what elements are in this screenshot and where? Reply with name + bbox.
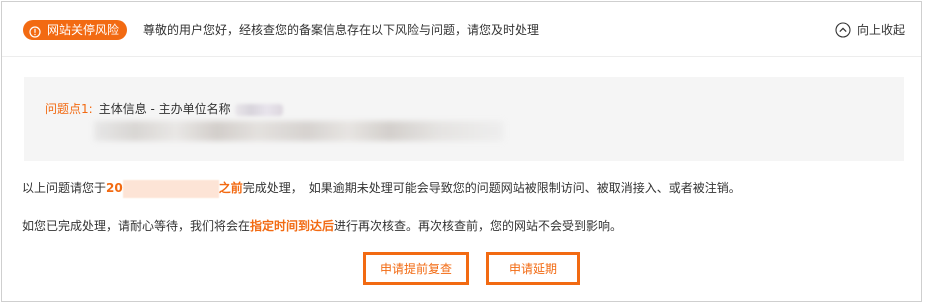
request-review-button[interactable]: 申请提前复查 [363,252,469,285]
deadline-date-prefix: 20 [106,181,123,195]
issue-label: 问题点1: [45,102,93,116]
issue-box: 问题点1: 主体信息 - 主办单位名称 [24,77,904,161]
notice-intro-text: 尊敬的用户您好，经核查您的备案信息存在以下风险与问题，请您及时处理 [143,23,540,37]
issue-text: 主体信息 - 主办单位名称 [98,102,231,116]
chevron-up-circle-icon [835,21,851,38]
risk-badge: 网站关停风险 [23,20,128,40]
deadline-notice: 以上问题请您于20 之前完成处理， 如果逾期未处理可能会导致您的问题网站被限制访问、… [22,179,741,198]
deadline-prefix: 以上问题请您于 [22,181,107,195]
redacted-issue-detail [94,121,504,141]
deadline-date-suffix: 之前 [218,181,243,195]
collapse-button[interactable]: 向上收起 [835,21,905,38]
deadline-middle: 完成处理， [242,181,303,195]
recheck-prefix: 如您已完成处理，请耐心等待，我们将会在 [22,219,251,233]
redacted-unit-name [234,103,283,116]
recheck-highlight: 指定时间到达后 [250,219,335,233]
recheck-suffix: 进行再次核查。再次核查前，您的网站不会受到影响。 [334,219,623,233]
risk-badge-label: 网站关停风险 [47,23,120,37]
collapse-label: 向上收起 [856,23,905,37]
notice-header: 网站关停风险 尊敬的用户您好，经核查您的备案信息存在以下风险与问题，请您及时处理… [2,2,921,57]
deadline-warning: 如果逾期未处理可能会导致您的问题网站被限制访问、被取消接入、或者被注销。 [308,181,741,195]
issue-line: 问题点1: 主体信息 - 主办单位名称 [45,100,283,118]
recheck-notice: 如您已完成处理，请耐心等待，我们将会在指定时间到达后进行再次核查。再次核查前，您… [22,217,622,235]
warning-circle-icon [29,24,41,38]
request-extension-button[interactable]: 申请延期 [486,252,580,285]
risk-notice-panel: 网站关停风险 尊敬的用户您好，经核查您的备案信息存在以下风险与问题，请您及时处理… [1,1,922,302]
redacted-deadline-date [122,179,219,198]
